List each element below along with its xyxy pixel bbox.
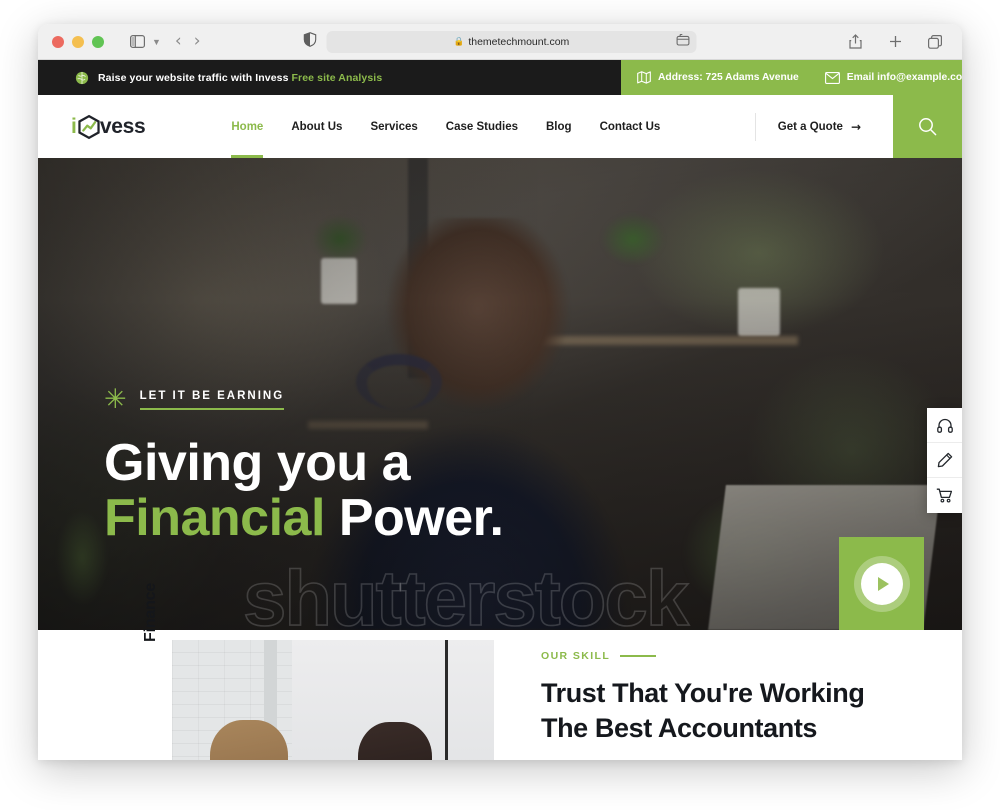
lock-icon: 🔒 (453, 36, 465, 46)
skills-heading: Trust That You're Working The Best Accou… (541, 676, 962, 745)
announcement-left: Raise your website traffic with Invess F… (38, 60, 621, 95)
hero-title-accent: Financial (104, 489, 325, 548)
tab-overview-icon[interactable] (922, 30, 948, 54)
get-a-quote-button[interactable]: Get a Quote → (778, 120, 861, 134)
skills-heading-line-2: The Best Accountants (541, 712, 818, 743)
forward-arrow-icon[interactable]: › (194, 33, 201, 50)
asterisk-icon: ✳ (104, 383, 127, 415)
skills-eyebrow: OUR SKILL (541, 650, 611, 662)
browser-toolbar: ▼ ‹ › 🔒 themetechmount.com (38, 24, 962, 60)
hero-content: ✳ LET IT BE EARNING Giving you a Financi… (104, 383, 504, 546)
back-arrow-icon[interactable]: ‹ (175, 33, 182, 50)
hero-title-line-2: Financial Power. (104, 491, 504, 546)
url-text: themetechmount.com (468, 35, 570, 48)
announcement-link[interactable]: Free site Analysis (292, 72, 383, 84)
browser-window: ▼ ‹ › 🔒 themetechmount.com Raise your we… (38, 24, 962, 760)
window-controls (52, 35, 104, 48)
arrow-right-icon: → (850, 119, 861, 134)
pencil-icon (937, 452, 952, 468)
photo-edge-line (445, 640, 448, 760)
main-navigation: Home About Us Services Case Studies Blog… (217, 95, 674, 158)
hero-eyebrow: LET IT BE EARNING (139, 390, 285, 410)
envelope-icon (824, 71, 840, 84)
address-bar-group: 🔒 themetechmount.com (303, 30, 697, 53)
nav-item-blog[interactable]: Blog (532, 95, 586, 158)
hero-title-rest: Power. (338, 489, 504, 548)
nav-item-services[interactable]: Services (356, 95, 431, 158)
skills-copy: OUR SKILL Trust That You're Working The … (518, 630, 962, 760)
hero-title-line-1: Giving you a (104, 434, 411, 492)
announcement-bar: Raise your website traffic with Invess F… (38, 60, 962, 95)
nav-item-case-studies[interactable]: Case Studies (432, 95, 532, 158)
floating-action-dock (927, 408, 962, 513)
search-button[interactable] (893, 95, 962, 158)
skills-eyebrow-rule (620, 655, 657, 657)
navigation-arrows: ‹ › (175, 33, 201, 50)
share-icon[interactable] (842, 30, 868, 54)
announcement-message: Raise your website traffic with Invess (98, 71, 292, 84)
dock-item-write[interactable] (927, 443, 962, 478)
zoom-window-button[interactable] (92, 35, 104, 48)
site-header: i vess Home About Us Services Case Studi… (38, 95, 962, 158)
cart-icon (936, 488, 953, 503)
play-icon (878, 576, 889, 591)
announcement-right: Address: 725 Adams Avenue Email info@exa… (621, 60, 962, 95)
close-window-button[interactable] (52, 35, 64, 48)
video-play-button[interactable] (839, 537, 924, 630)
logo-wordmark: vess (99, 115, 146, 138)
skills-media: Finance (38, 583, 518, 760)
reader-mode-icon[interactable] (676, 33, 690, 51)
plus-icon[interactable] (882, 30, 908, 54)
play-button-circle (860, 562, 903, 605)
hero-eyebrow-row: ✳ LET IT BE EARNING (104, 383, 504, 415)
email-text: Email info@example.com (846, 72, 962, 83)
website-viewport: Raise your website traffic with Invess F… (38, 60, 962, 760)
toolbar-right-actions (842, 30, 948, 54)
get-a-quote-label: Get a Quote (777, 120, 843, 133)
address-info: Address: 725 Adams Avenue (637, 71, 799, 84)
address-text: Address: 725 Adams Avenue (658, 72, 799, 83)
sidebar-controls: ▼ (124, 30, 161, 54)
map-icon (637, 71, 651, 84)
headphones-icon (936, 418, 953, 433)
sidebar-toggle-icon[interactable] (124, 30, 150, 54)
chevron-down-icon[interactable]: ▼ (152, 37, 161, 47)
vertical-finance-label: Finance (142, 582, 159, 642)
hexagon-chart-icon (78, 114, 100, 139)
address-bar-content: 🔒 themetechmount.com (454, 36, 570, 48)
dock-item-cart[interactable] (927, 478, 962, 513)
skills-heading-line-1: Trust That You're Working (541, 678, 865, 708)
privacy-shield-icon[interactable] (303, 31, 317, 52)
globe-icon (75, 71, 89, 84)
hero-title: Giving you a Financial Power. (104, 434, 504, 546)
nav-item-contact-us[interactable]: Contact Us (586, 95, 675, 158)
address-bar[interactable]: 🔒 themetechmount.com (326, 30, 697, 53)
email-info: Email info@example.com (824, 71, 962, 84)
skills-section: Finance OUR SKILL Trust That You're Work… (38, 583, 962, 760)
search-icon (919, 118, 937, 136)
header-main: i vess Home About Us Services Case Studi… (38, 95, 893, 158)
play-button-ring (853, 555, 910, 612)
quote-container: Get a Quote → (754, 112, 893, 141)
hero-section: shutterstock ✳ LET IT BE EARNING Giving … (38, 158, 962, 630)
nav-item-home[interactable]: Home (217, 95, 277, 158)
nav-item-about-us[interactable]: About Us (277, 95, 356, 158)
minimize-window-button[interactable] (72, 35, 84, 48)
dock-item-support[interactable] (927, 408, 962, 443)
site-logo[interactable]: i vess (71, 114, 146, 140)
skills-eyebrow-row: OUR SKILL (541, 650, 962, 662)
team-photo (172, 640, 494, 760)
announcement-text: Raise your website traffic with Invess F… (98, 72, 382, 84)
